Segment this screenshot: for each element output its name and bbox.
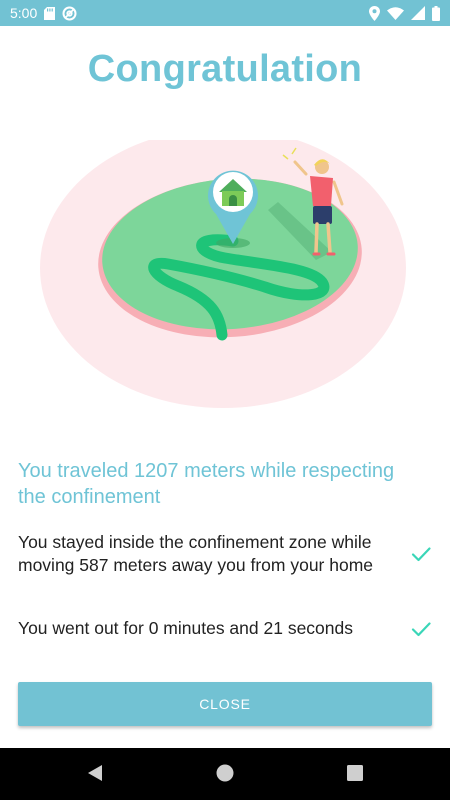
check-text-zone: You stayed inside the confinement zone w… [18, 532, 374, 575]
travel-summary: You traveled 1207 meters while respectin… [18, 460, 395, 508]
sd-card-icon [44, 6, 56, 20]
check-icon [411, 621, 431, 636]
signal-icon [411, 6, 425, 20]
recents-icon[interactable] [344, 762, 366, 784]
at-sign-icon [62, 6, 77, 21]
status-time: 5:00 [10, 5, 38, 21]
battery-icon [432, 5, 440, 21]
wifi-icon [387, 6, 404, 20]
travel-illustration [40, 140, 406, 408]
home-icon[interactable] [214, 762, 236, 784]
check-row-duration: You went out for 0 minutes and 21 second… [18, 617, 432, 640]
location-icon [369, 5, 380, 21]
back-icon[interactable] [84, 762, 106, 784]
page-title: Congratulation [87, 48, 363, 90]
check-row-zone: You stayed inside the confinement zone w… [18, 531, 432, 577]
close-button[interactable]: CLOSE [18, 682, 432, 726]
check-text-duration: You went out for 0 minutes and 21 second… [18, 618, 353, 638]
status-bar: 5:00 [0, 0, 450, 26]
check-icon [411, 547, 431, 562]
navigation-bar [0, 748, 450, 800]
